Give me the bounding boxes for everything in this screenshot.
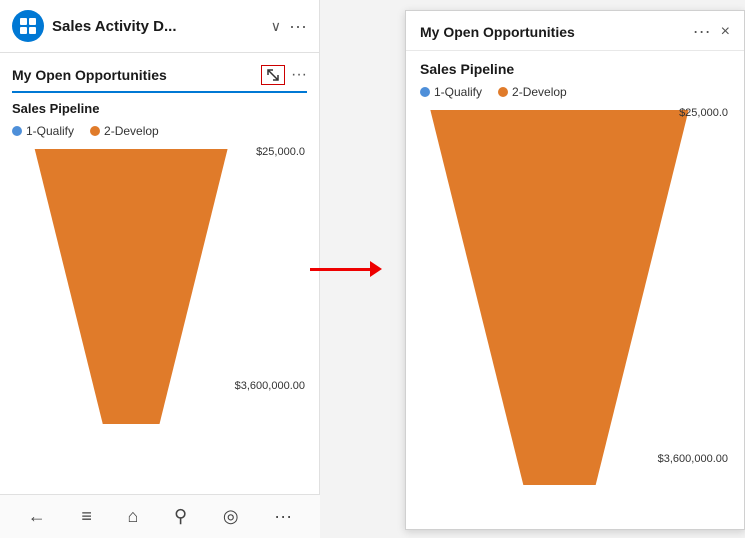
nav-recent-button[interactable]: ◎ — [217, 500, 245, 533]
legend-label-qualify: 1-Qualify — [26, 124, 74, 138]
nav-search-button[interactable]: ⚲ — [168, 500, 193, 533]
app-icon[interactable] — [12, 10, 44, 42]
bottom-navigation: ← ≡ ⌂ ⚲ ◎ ··· — [0, 494, 320, 538]
header-dots-menu[interactable]: ··· — [289, 17, 307, 35]
arrow-line — [310, 268, 370, 271]
chevron-down-icon[interactable]: ∨ — [271, 18, 281, 35]
right-funnel-chart: $25,000.0 $3,600,000.00 — [420, 105, 730, 485]
right-legend-item-qualify: 1-Qualify — [420, 85, 482, 99]
right-panel-title: My Open Opportunities — [420, 24, 575, 40]
legend-dot-develop — [90, 126, 100, 136]
right-panel-header: My Open Opportunities ··· × — [406, 11, 744, 51]
chart-legend: 1-Qualify 2-Develop — [12, 124, 307, 138]
left-funnel-chart: $25,000.0 $3,600,000.00 — [12, 144, 307, 424]
right-legend-label-qualify: 1-Qualify — [434, 85, 482, 99]
grid-icon — [19, 17, 37, 35]
right-funnel-svg — [420, 105, 730, 485]
legend-item-develop: 2-Develop — [90, 124, 159, 138]
right-legend-label-develop: 2-Develop — [512, 85, 567, 99]
sub-title: Sales Pipeline — [12, 101, 307, 116]
right-panel: My Open Opportunities ··· × Sales Pipeli… — [405, 10, 745, 530]
expand-icon — [267, 69, 279, 81]
arrow-head — [370, 261, 382, 277]
app-title: Sales Activity D... — [52, 18, 263, 35]
expand-arrow — [310, 261, 382, 277]
nav-menu-button[interactable]: ≡ — [75, 500, 98, 533]
left-panel: Sales Activity D... ∨ ··· My Open Opport… — [0, 0, 320, 538]
right-legend-dot-qualify — [420, 87, 430, 97]
right-legend-dot-develop — [498, 87, 508, 97]
nav-more-button[interactable]: ··· — [268, 500, 298, 533]
right-panel-dots-menu[interactable]: ··· — [693, 21, 711, 42]
section-actions: ··· — [261, 65, 307, 85]
chart-label-bottom: $3,600,000.00 — [235, 380, 305, 392]
chart-label-top: $25,000.0 — [256, 146, 305, 158]
right-chart-label-top: $25,000.0 — [679, 107, 728, 119]
section-dots-menu[interactable]: ··· — [291, 66, 307, 84]
nav-back-button[interactable]: ← — [22, 500, 52, 533]
close-button[interactable]: × — [721, 23, 730, 41]
section-header: My Open Opportunities ··· — [12, 65, 307, 93]
right-panel-content: Sales Pipeline 1-Qualify 2-Develop $25,0… — [406, 51, 744, 529]
nav-home-button[interactable]: ⌂ — [122, 500, 145, 533]
legend-label-develop: 2-Develop — [104, 124, 159, 138]
section-title: My Open Opportunities — [12, 67, 167, 83]
legend-dot-qualify — [12, 126, 22, 136]
right-chart-legend: 1-Qualify 2-Develop — [420, 85, 730, 99]
right-chart-label-bottom: $3,600,000.00 — [658, 453, 728, 465]
left-content: My Open Opportunities ··· Sales Pipeline — [0, 53, 319, 538]
scene: Sales Activity D... ∨ ··· My Open Opport… — [0, 0, 745, 538]
app-header: Sales Activity D... ∨ ··· — [0, 0, 319, 53]
expand-button[interactable] — [261, 65, 285, 85]
legend-item-qualify: 1-Qualify — [12, 124, 74, 138]
right-sub-title: Sales Pipeline — [420, 61, 730, 77]
right-legend-item-develop: 2-Develop — [498, 85, 567, 99]
